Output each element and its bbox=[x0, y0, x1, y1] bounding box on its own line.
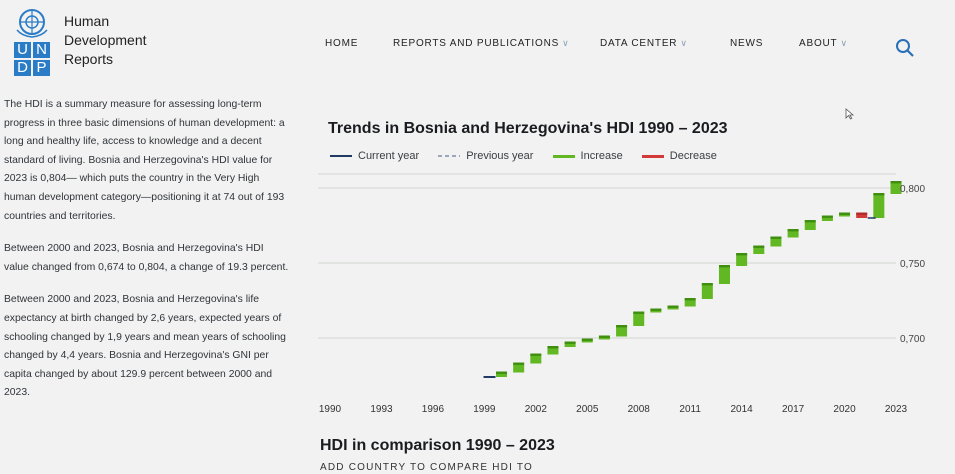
x-tick-label: 2023 bbox=[885, 404, 908, 415]
chart-y-ticks: 0,700 0,750 0,800 bbox=[900, 184, 925, 345]
nav-item-data-center[interactable]: DATA CENTER ∨ bbox=[600, 38, 688, 49]
logo-letter: P bbox=[33, 60, 50, 76]
x-tick-label: 2011 bbox=[679, 404, 701, 415]
x-tick-label: 2014 bbox=[731, 404, 754, 415]
summary-paragraph: Between 2000 and 2023, Bosnia and Herzeg… bbox=[4, 294, 286, 399]
bar-cap bbox=[598, 335, 610, 338]
y-tick-label: 0,800 bbox=[900, 184, 925, 195]
logo-line: Reports bbox=[64, 51, 114, 67]
bar-cap bbox=[736, 253, 748, 256]
chevron-down-icon: ∨ bbox=[562, 38, 570, 48]
nav-label: DATA CENTER bbox=[600, 38, 678, 49]
chevron-down-icon: ∨ bbox=[840, 38, 848, 48]
logo-letter: D bbox=[14, 60, 31, 76]
chart-gridlines bbox=[318, 173, 896, 339]
bar-cap bbox=[547, 346, 559, 349]
chart-bars bbox=[483, 181, 902, 378]
legend-current-year[interactable]: Current year bbox=[330, 150, 419, 162]
bar-cap bbox=[581, 338, 593, 341]
bar-cap bbox=[496, 371, 508, 374]
x-tick-label: 1999 bbox=[473, 404, 496, 415]
x-tick-label: 1996 bbox=[422, 404, 445, 415]
bar-cap bbox=[530, 353, 542, 356]
legend-label: Decrease bbox=[669, 150, 717, 162]
hdi-summary-text: The HDI is a summary measure for assessi… bbox=[0, 96, 290, 417]
chart-title: Trends in Bosnia and Herzegovina's HDI 1… bbox=[328, 120, 728, 137]
bar-cap bbox=[804, 220, 816, 223]
bar-cap bbox=[650, 308, 662, 311]
logo-line: Human bbox=[64, 13, 110, 29]
logo-line: Development bbox=[64, 32, 147, 48]
nav-item-news[interactable]: NEWS bbox=[730, 38, 763, 49]
waterfall-bar bbox=[736, 254, 748, 266]
bar-cap bbox=[839, 212, 851, 215]
legend-swatch bbox=[330, 155, 352, 158]
legend-label: Increase bbox=[580, 150, 623, 162]
nav-item-home[interactable]: HOME bbox=[325, 38, 358, 49]
waterfall-bar bbox=[701, 284, 713, 299]
waterfall-bar bbox=[633, 312, 645, 326]
bar-cap bbox=[701, 283, 713, 286]
legend-swatch bbox=[438, 155, 461, 158]
y-tick-label: 0,700 bbox=[900, 334, 925, 345]
bar-cap bbox=[513, 362, 525, 365]
x-tick-label: 2005 bbox=[576, 404, 599, 415]
waterfall-bar bbox=[718, 266, 730, 284]
chevron-down-icon: ∨ bbox=[680, 38, 688, 48]
x-tick-label: 2020 bbox=[833, 404, 856, 415]
bar-cap bbox=[873, 193, 885, 196]
logo-wordmark: Human Development Reports bbox=[64, 12, 147, 69]
summary-paragraph: The HDI is a summary measure for assessi… bbox=[4, 99, 285, 222]
bar-cap bbox=[787, 229, 799, 232]
waterfall-bar bbox=[616, 326, 628, 337]
legend-label: Previous year bbox=[466, 150, 534, 162]
undp-hdr-logo[interactable]: U N D P Human Development Reports bbox=[8, 4, 208, 80]
nav-item-about[interactable]: ABOUT ∨ bbox=[799, 38, 848, 49]
logo-letter: N bbox=[33, 42, 50, 58]
search-icon[interactable] bbox=[895, 38, 915, 58]
legend-increase[interactable]: Increase bbox=[552, 150, 623, 162]
bar-cap bbox=[564, 341, 576, 344]
x-tick-label: 2017 bbox=[782, 404, 805, 415]
bar-cap bbox=[667, 305, 679, 308]
x-tick-label: 1993 bbox=[370, 404, 393, 415]
legend-previous-year[interactable]: Previous year bbox=[438, 150, 533, 162]
bar-cap bbox=[718, 265, 730, 268]
main-nav: HOME REPORTS AND PUBLICATIONS ∨ DATA CENT… bbox=[320, 38, 920, 58]
add-country-dropdown[interactable]: ADD COUNTRY TO COMPARE HDI TO bbox=[320, 462, 533, 473]
waterfall-bar bbox=[873, 194, 885, 218]
nav-item-reports[interactable]: REPORTS AND PUBLICATIONS ∨ bbox=[393, 38, 569, 49]
bar-cap bbox=[753, 245, 765, 248]
x-tick-label: 2008 bbox=[628, 404, 651, 415]
nav-label: REPORTS AND PUBLICATIONS bbox=[393, 38, 560, 49]
nav-label: HOME bbox=[325, 38, 359, 49]
legend-swatch bbox=[552, 154, 575, 158]
chart-legend: Current year Previous year Increase Decr… bbox=[330, 150, 733, 162]
logo-letter: U bbox=[14, 42, 31, 58]
chart-x-ticks: 1990 1993 1996 1999 2002 2005 2008 2011 2014 2017… bbox=[319, 404, 908, 415]
y-tick-label: 0,750 bbox=[900, 259, 925, 270]
un-emblem-icon bbox=[16, 9, 48, 38]
bar-cap bbox=[856, 212, 868, 215]
legend-decrease[interactable]: Decrease bbox=[641, 150, 717, 162]
nav-label: NEWS bbox=[730, 38, 764, 49]
bar-cap bbox=[684, 298, 696, 301]
legend-swatch bbox=[641, 154, 664, 158]
bar-cap bbox=[616, 325, 628, 328]
summary-paragraph: Between 2000 and 2023, Bosnia and Herzeg… bbox=[4, 243, 289, 273]
x-tick-label: 2002 bbox=[525, 404, 548, 415]
x-tick-label: 1990 bbox=[319, 404, 342, 415]
bar-cap bbox=[821, 215, 833, 218]
nav-label: ABOUT bbox=[799, 38, 838, 49]
bar-cap bbox=[633, 311, 645, 314]
comparison-title: HDI in comparison 1990 – 2023 bbox=[320, 437, 555, 454]
hdi-trend-chart: 0,700 0,750 0,800 1990 1993 1996 1999 2002 2005… bbox=[318, 173, 925, 415]
bar-cap bbox=[770, 236, 782, 239]
mouse-cursor-icon bbox=[845, 108, 855, 120]
legend-label: Current year bbox=[358, 150, 420, 162]
